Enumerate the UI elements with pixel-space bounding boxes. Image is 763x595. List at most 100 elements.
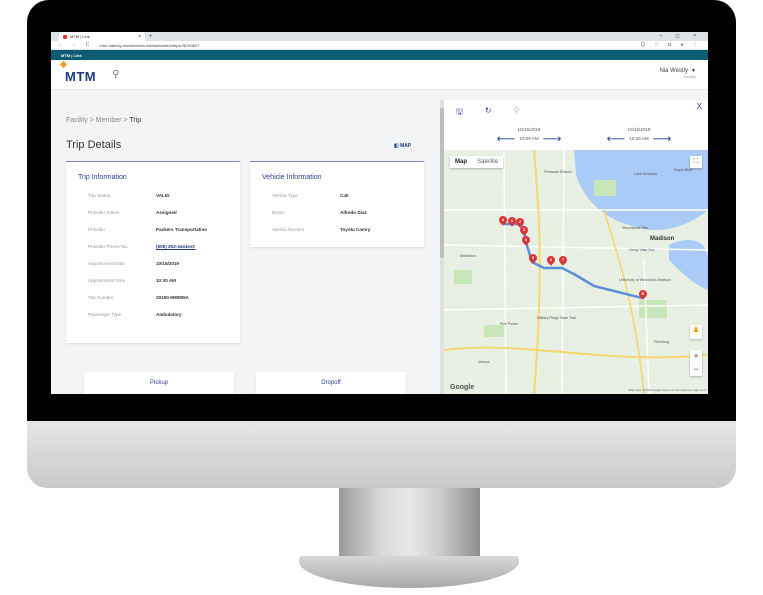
map-type-map[interactable]: Map (450, 156, 472, 168)
map-label: Verona (478, 360, 490, 364)
monitor-stand-neck (339, 488, 480, 560)
zoom-in-button[interactable]: + (690, 350, 702, 363)
trip-info-row: Trip Number 20190-9M0M5A (88, 289, 240, 306)
zoom-out-button[interactable]: − (690, 363, 702, 376)
route-marker[interactable]: 7 (557, 254, 569, 266)
map-label: Lake Mendota (634, 172, 657, 176)
row-value: Packers Transportation (156, 227, 208, 232)
trip-start-time: 10/15/2019 🡐 10:09 AM 🡒 (484, 127, 574, 143)
provider-phone-link[interactable]: (608) 253-4444ext: (156, 244, 196, 249)
route-marker[interactable]: 4 (520, 234, 532, 246)
fullscreen-icon[interactable]: ⛶ (690, 156, 702, 168)
refresh-icon[interactable]: ↻ (485, 106, 492, 120)
row-value: VALID (156, 193, 170, 198)
end-time: 10:26 AM (629, 136, 649, 141)
map-label: Madison (650, 236, 675, 242)
trip-end-time: 10/15/2019 🡐 10:26 AM 🡒 (594, 127, 684, 143)
trip-info-row: Appointment Date 10/15/2019 (88, 255, 240, 272)
map-canvas (444, 150, 708, 394)
marker-label: B (641, 291, 645, 296)
arrow-left-icon[interactable]: 🡐 (607, 134, 626, 143)
browser-nav-buttons[interactable]: ← → C (57, 42, 93, 48)
route-marker[interactable]: 6 (545, 254, 557, 266)
start-time: 10:09 AM (519, 136, 539, 141)
marker-label: A (501, 217, 505, 222)
map-label: Henry Vilas Zoo (629, 248, 655, 252)
close-map-button[interactable]: X (697, 102, 702, 111)
row-value: Cab (340, 193, 349, 198)
url-field[interactable]: mtm-training.nrxsatervicw.net/www/site/#… (99, 43, 199, 48)
map-button[interactable]: ◧ MAP (394, 143, 411, 149)
address-bar: ← → C mtm-training.nrxsatervicw.net/www/… (51, 41, 708, 50)
trip-information-title: Trip Information (78, 174, 127, 181)
pickup-card[interactable]: Pickup (84, 372, 234, 394)
new-tab-button[interactable]: + (149, 34, 153, 40)
arrow-right-icon[interactable]: 🡒 (653, 134, 672, 143)
map-view[interactable]: Pheasant Branch Lake Mendota Maple Bluff… (444, 150, 708, 394)
trip-info-row: Trip Status VALID (88, 187, 240, 204)
logo-star-icon (59, 60, 68, 68)
search-icon[interactable]: ⚲ (112, 69, 119, 80)
route-marker[interactable]: B (637, 288, 649, 300)
row-value: Ambulatory (156, 312, 182, 317)
app-header: MTM ⚲ Nia Westly ▼ Facility (51, 60, 708, 90)
map-label: Middleton (460, 254, 476, 258)
trip-information-card: Trip Information Trip Status VALID Provid… (66, 161, 240, 343)
row-label: Provider Status (88, 210, 120, 215)
row-value: 10:30 AM (156, 278, 176, 283)
window-controls[interactable]: – ◻ × (659, 33, 702, 39)
marker-label: 5 (531, 255, 535, 260)
dropoff-card[interactable]: Dropoff (256, 372, 406, 394)
user-role: Facility (683, 74, 696, 79)
row-value: 20190-9M0M5A (156, 295, 189, 300)
vehicle-info-row: Driver Alfredo Diaz (272, 204, 424, 221)
map-panel: 🖫 ↻ ⚲ X 10/15/2019 🡐 10:09 AM 🡒 10/15/2019… (444, 100, 708, 394)
breadcrumb-facility[interactable]: Facility (66, 117, 88, 124)
save-icon[interactable]: 🖫 (456, 106, 463, 120)
map-label: Military Ridge State Trail (537, 316, 576, 320)
map-type-satellite[interactable]: Satellite (472, 156, 503, 168)
browser-extension-icons[interactable]: Q ☆ ◘ ● ⋮ (641, 42, 702, 48)
map-label: Pheasant Branch (544, 170, 572, 174)
screen: MTM | Link × + – ◻ × ← → C mtm-training.… (51, 32, 708, 394)
tab-title: MTM | Link (70, 34, 90, 39)
row-value: Toyota Camry (340, 227, 371, 232)
mtm-logo[interactable]: MTM (59, 60, 97, 84)
map-attribution[interactable]: Map data ©2019 Google Terms of Use Repor… (629, 388, 706, 392)
trip-info-row: Provider Phone No. (608) 253-4444ext: (88, 238, 240, 255)
row-label: Provider Phone No. (88, 244, 129, 249)
marker-label: 6 (549, 257, 553, 262)
row-label: Vehicle Number (272, 227, 305, 232)
row-label: Trip Number (88, 295, 114, 300)
start-date: 10/15/2019 (517, 127, 541, 132)
browser-tab-bar: MTM | Link × + – ◻ × (51, 32, 708, 41)
arrow-right-icon[interactable]: 🡒 (543, 134, 562, 143)
map-type-toggle: Map Satellite (450, 156, 504, 168)
map-label: Five Points (500, 322, 518, 326)
marker-label: 7 (561, 257, 565, 262)
tab-close-icon[interactable]: × (138, 34, 141, 40)
route-marker[interactable]: 3 (518, 224, 530, 236)
google-logo: Google (450, 384, 475, 391)
row-label: Provider (88, 227, 106, 232)
logo-text: MTM (65, 68, 97, 84)
trip-details-panel: Facility > Member > Trip Trip Details ◧ … (51, 100, 441, 394)
breadcrumb-separator: > (123, 117, 128, 124)
app-strip: MTM | Link (51, 50, 708, 60)
user-menu[interactable]: Nia Westly ▼ Facility (659, 68, 696, 79)
route-marker[interactable]: 5 (527, 252, 539, 264)
arrow-left-icon[interactable]: 🡐 (497, 134, 516, 143)
location-pin-icon[interactable]: ⚲ (514, 106, 520, 120)
map-label: Fitchburg (654, 340, 669, 344)
row-label: Trip Status (88, 193, 111, 198)
map-label: Maple Bluff (674, 168, 692, 172)
zoom-control: + − (690, 350, 702, 376)
browser-tab[interactable]: MTM | Link × (59, 32, 145, 41)
page-title: Trip Details (66, 139, 122, 151)
street-view-icon[interactable]: ♟ (690, 325, 702, 339)
vehicle-information-card: Vehicle Information Vehicle Type Cab Driv… (250, 161, 424, 247)
breadcrumb-member[interactable]: Member (96, 117, 122, 124)
monitor-stand-foot (299, 556, 519, 588)
trip-info-row: Appointment Time 10:30 AM (88, 272, 240, 289)
map-button-label: MAP (400, 143, 412, 149)
